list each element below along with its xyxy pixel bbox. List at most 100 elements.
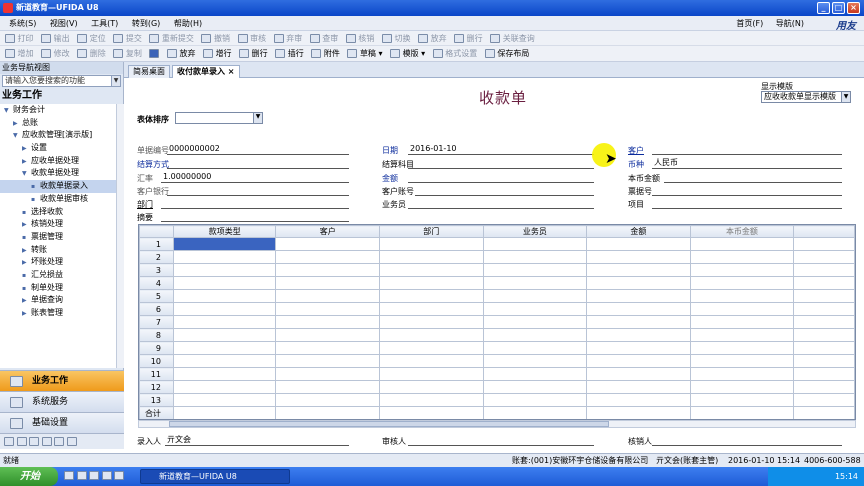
grid-cell[interactable] [689,263,795,277]
grid-cell[interactable] [379,237,484,251]
abandon-button[interactable]: 放弃 [418,34,447,43]
grid-cell[interactable] [379,315,484,329]
remove-row-button[interactable]: 删行 [239,49,268,58]
grid-cell[interactable] [275,328,381,342]
col-header[interactable]: 本币金额 [689,225,795,238]
grid-cell[interactable] [275,276,381,290]
grid-cell[interactable] [793,315,855,329]
close-tab-icon[interactable]: × [228,67,235,76]
nav-search-input[interactable]: 请输入您要搜索的功能 ▼ [2,75,121,87]
chevron-down-icon[interactable]: ▼ [13,130,22,143]
grid-cell[interactable] [689,341,795,355]
nav-item[interactable]: ▶ 单据查询 [0,294,116,307]
col-header[interactable]: 部门 [379,225,484,238]
delete-button[interactable]: 删除 [77,49,106,58]
nav-item[interactable]: ▶ 转账 [0,244,116,257]
grid-cell[interactable] [482,263,588,277]
grid-cell[interactable] [379,289,484,303]
grid-cell[interactable] [379,263,484,277]
grid-cell[interactable] [689,328,795,342]
bank-field[interactable] [167,185,349,196]
add-button[interactable]: 增加 [5,49,34,58]
col-header-overflow[interactable] [793,225,855,238]
grid-cell[interactable] [482,354,588,368]
delete-row-button[interactable]: 删行 [454,34,483,43]
menu-tools[interactable]: 工具(T) [91,16,118,31]
grid-cell[interactable] [275,315,381,329]
template-select[interactable]: 应收收款单显示模版 ▼ [761,91,851,103]
grid-cell[interactable] [275,302,381,316]
nav-item[interactable]: ▪ 汇兑损益 [0,269,116,282]
grid-cell[interactable] [793,289,855,303]
grid-cell[interactable] [275,406,381,419]
chevron-down-icon[interactable]: ▼ [4,105,13,118]
chevron-down-icon[interactable]: ▼ [111,76,120,86]
grid-cell[interactable] [482,237,588,251]
undo-button[interactable]: 撤销 [201,34,230,43]
app-icon[interactable] [114,471,125,480]
grid-cell[interactable] [172,354,277,368]
switch-button[interactable]: 切换 [381,34,410,43]
grid-cell[interactable] [172,250,277,264]
grid-cell[interactable] [689,354,795,368]
grid-cell[interactable] [172,341,277,355]
currency-field[interactable]: 人民币 [652,158,842,169]
nav-scrollbar[interactable] [116,104,124,368]
minimize-button[interactable]: _ [817,2,830,14]
grid-cell[interactable] [379,393,484,407]
app-icon[interactable] [76,471,87,480]
grid-cell[interactable] [793,250,855,264]
item-icon[interactable]: ▪ [31,194,40,207]
nav-item[interactable]: ▼ 财务会计 [0,104,116,117]
maximize-button[interactable]: □ [832,2,845,14]
grid-cell[interactable] [275,250,381,264]
grid-cell[interactable] [482,250,588,264]
chevron-down-icon[interactable]: ▼ [253,113,262,123]
cancel-button[interactable]: 放弃 [166,49,195,58]
grid-horizontal-scrollbar[interactable] [138,420,856,428]
grid-cell[interactable] [793,237,855,251]
rate-field[interactable]: 1.00000000 [161,172,349,183]
grid-cell[interactable] [586,341,691,355]
grid-cell[interactable] [172,263,277,277]
grid-cell[interactable] [275,380,381,394]
app-icon[interactable] [101,471,112,480]
grid-cell[interactable] [172,315,277,329]
tool-icon[interactable] [54,437,65,446]
menu-help[interactable]: 帮助(H) [174,16,202,31]
item-icon[interactable]: ▪ [22,270,31,283]
chevron-down-icon[interactable]: ▼ [22,168,31,181]
chevron-down-icon[interactable]: ▼ [841,92,850,102]
grid-cell[interactable] [482,276,588,290]
home-link[interactable]: 首页(F) [736,19,763,28]
grid-cell[interactable] [172,393,277,407]
grid-cell[interactable] [172,302,277,316]
settle-subject-field[interactable] [408,158,594,169]
grid-cell[interactable] [689,380,795,394]
memo-field[interactable] [161,211,349,222]
save-icon[interactable] [149,49,160,58]
verify-button[interactable]: 核销 [345,34,374,43]
grid-cell[interactable] [586,302,691,316]
grid-cell[interactable] [172,367,277,381]
menu-system[interactable]: 系统(S) [9,16,36,31]
tool-icon[interactable] [41,437,52,446]
grid-cell[interactable] [586,393,691,407]
grid-cell[interactable] [793,302,855,316]
grid-cell[interactable] [379,367,484,381]
app-icon[interactable] [89,471,100,480]
local-amount-field[interactable] [664,172,842,183]
nav-item[interactable]: ▶ 核销处理 [0,218,116,231]
locate-button[interactable]: 定位 [77,34,106,43]
tool-icon[interactable] [29,437,40,446]
item-icon[interactable]: ▪ [22,232,31,245]
grid-cell[interactable] [689,393,795,407]
grid-cell[interactable] [379,276,484,290]
modify-button[interactable]: 修改 [41,49,70,58]
account-field[interactable] [415,185,594,196]
tab-desktop[interactable]: 简易桌面 [128,65,170,78]
chevron-right-icon[interactable]: ▶ [22,143,31,156]
module-basic-settings[interactable]: 基础设置 [0,412,124,433]
grid-cell[interactable] [482,302,588,316]
template-button[interactable]: 模版 ▾ [390,49,425,58]
